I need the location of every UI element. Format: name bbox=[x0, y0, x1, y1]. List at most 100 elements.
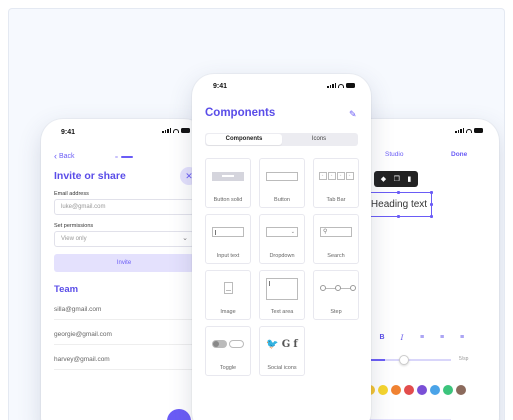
tab-bar-icon: ◦ ◦ ◦ ◦ bbox=[318, 172, 354, 180]
fill-icon[interactable]: ◆ bbox=[381, 175, 386, 183]
copy-icon[interactable]: ❐ bbox=[394, 175, 400, 183]
button-preview bbox=[266, 168, 298, 184]
heading-text: Heading text bbox=[370, 199, 428, 210]
permissions-value: View only bbox=[61, 236, 87, 242]
done-button[interactable]: Done bbox=[451, 151, 467, 158]
resize-handle[interactable] bbox=[430, 203, 433, 206]
color-swatch[interactable] bbox=[430, 385, 440, 395]
color-swatch[interactable] bbox=[378, 385, 388, 395]
social-icons: 🐦 G f bbox=[266, 339, 297, 350]
button-solid-preview bbox=[212, 168, 244, 184]
card-label: Button solid bbox=[213, 197, 243, 203]
selected-text-box[interactable]: Heading text bbox=[363, 191, 433, 218]
signal-icon bbox=[455, 128, 464, 133]
status-bar: 9:41 bbox=[192, 74, 371, 94]
resize-handle[interactable] bbox=[430, 215, 433, 218]
wifi-icon bbox=[173, 128, 179, 133]
email-field[interactable]: luke@gmail.com bbox=[54, 199, 194, 215]
permissions-label: Set permissions bbox=[54, 223, 94, 229]
text-toolbar: ◆ ❐ ▮ bbox=[374, 171, 418, 187]
page-indicator bbox=[115, 156, 133, 158]
search-preview: ⚲ bbox=[320, 224, 352, 240]
component-card-input-text[interactable]: Input text bbox=[205, 214, 251, 264]
text-area-preview bbox=[266, 277, 298, 301]
italic-icon[interactable]: I bbox=[397, 334, 407, 342]
color-swatch[interactable] bbox=[391, 385, 401, 395]
dropdown-icon: ⌄ bbox=[266, 227, 298, 237]
slider-knob[interactable] bbox=[399, 355, 409, 365]
component-card-text-area[interactable]: Text area bbox=[259, 270, 305, 320]
resize-handle[interactable] bbox=[397, 191, 400, 194]
tab-components[interactable]: Components bbox=[206, 134, 282, 145]
align-center-icon[interactable]: ≡ bbox=[437, 334, 447, 342]
input-text-icon bbox=[212, 227, 244, 237]
permissions-select[interactable]: View only ⌄ bbox=[54, 231, 194, 247]
slider-value: 5/sp bbox=[459, 356, 469, 362]
card-label: Dropdown bbox=[269, 253, 295, 259]
status-icons bbox=[162, 128, 190, 133]
toggle-icon bbox=[212, 340, 244, 348]
card-label: Text area bbox=[270, 309, 294, 315]
component-card-social-icons[interactable]: 🐦 G f Social icons bbox=[259, 326, 305, 376]
card-label: Tab Bar bbox=[326, 197, 346, 203]
tab-icons[interactable]: Icons bbox=[281, 134, 357, 145]
google-icon: G bbox=[281, 338, 291, 350]
component-card-button-solid[interactable]: Button solid bbox=[205, 158, 251, 208]
component-card-search[interactable]: ⚲ Search bbox=[313, 214, 359, 264]
team-member-row[interactable]: georgie@gmail.com bbox=[54, 331, 194, 345]
component-card-button[interactable]: Button bbox=[259, 158, 305, 208]
dropdown-preview: ⌄ bbox=[266, 224, 298, 240]
email-label: Email address bbox=[54, 191, 89, 197]
card-label: Image bbox=[220, 309, 236, 315]
card-label: Button bbox=[274, 197, 290, 203]
color-swatch[interactable] bbox=[456, 385, 466, 395]
team-member-row[interactable]: silla@gmail.com bbox=[54, 306, 194, 320]
align-right-icon[interactable]: ≡ bbox=[457, 334, 467, 342]
invite-phone: 9:41 ‹ Back Invite or share ✕ Email addr… bbox=[41, 119, 206, 420]
format-toolbar: B I ≡ ≡ ≡ bbox=[377, 334, 467, 342]
color-swatch[interactable] bbox=[443, 385, 453, 395]
status-time: 9:41 bbox=[61, 129, 76, 136]
card-label: Search bbox=[327, 253, 345, 259]
resize-handle[interactable] bbox=[397, 215, 400, 218]
resize-handle[interactable] bbox=[430, 191, 433, 194]
battery-icon bbox=[346, 83, 355, 88]
step-icon bbox=[320, 285, 356, 291]
segmented-control: Components Icons bbox=[205, 133, 358, 146]
card-label: Input text bbox=[216, 253, 240, 259]
status-time: 9:41 bbox=[213, 83, 228, 90]
battery-icon bbox=[181, 128, 190, 133]
image-icon bbox=[223, 282, 233, 294]
color-swatch[interactable] bbox=[417, 385, 427, 395]
card-label: Step bbox=[330, 309, 342, 315]
signal-icon bbox=[162, 128, 171, 133]
button-solid-icon bbox=[212, 171, 244, 181]
color-swatch[interactable] bbox=[404, 385, 414, 395]
align-left-icon[interactable]: ≡ bbox=[417, 334, 427, 342]
component-card-toggle[interactable]: Toggle bbox=[205, 326, 251, 376]
invite-button[interactable]: Invite bbox=[54, 254, 194, 272]
edit-icon[interactable]: ✎ bbox=[349, 109, 357, 120]
back-button[interactable]: ‹ Back bbox=[54, 151, 75, 161]
social-preview: 🐦 G f bbox=[266, 336, 298, 352]
fab-button[interactable]: → bbox=[167, 409, 191, 420]
tab-bar-preview: ◦ ◦ ◦ ◦ bbox=[318, 168, 354, 184]
status-bar: 9:41 bbox=[41, 119, 206, 139]
nav-title: Studio bbox=[385, 151, 404, 158]
status-icons bbox=[455, 128, 483, 133]
status-icons bbox=[327, 83, 355, 88]
card-label: Toggle bbox=[219, 365, 237, 371]
chevron-left-icon: ‹ bbox=[54, 151, 57, 161]
component-card-step[interactable]: Step bbox=[313, 270, 359, 320]
component-card-image[interactable]: Image bbox=[205, 270, 251, 320]
component-card-tab-bar[interactable]: ◦ ◦ ◦ ◦ Tab Bar bbox=[313, 158, 359, 208]
team-member-row[interactable]: harvey@gmail.com bbox=[54, 356, 194, 370]
bold-icon[interactable]: B bbox=[377, 334, 387, 342]
wifi-icon bbox=[466, 128, 472, 133]
team-heading: Team bbox=[54, 284, 79, 295]
component-card-dropdown[interactable]: ⌄ Dropdown bbox=[259, 214, 305, 264]
card-label: Social icons bbox=[267, 365, 297, 371]
back-label: Back bbox=[59, 153, 75, 160]
facebook-icon: f bbox=[293, 338, 298, 350]
trash-icon[interactable]: ▮ bbox=[407, 175, 411, 183]
